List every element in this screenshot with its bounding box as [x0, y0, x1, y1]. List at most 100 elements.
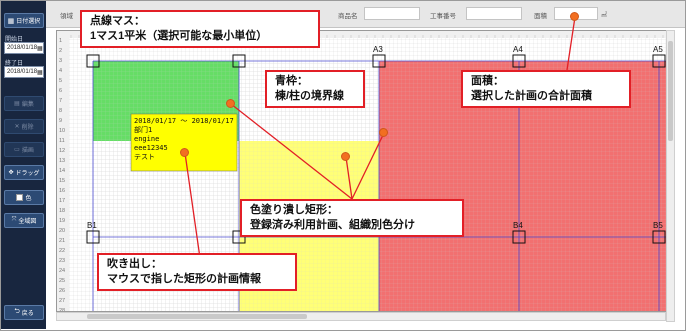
- callout-anchor: [180, 148, 189, 157]
- callout-title: 吹き出し：: [107, 258, 162, 270]
- row-number: 22: [59, 248, 65, 254]
- draw-label: 描画: [21, 148, 34, 154]
- product-label: 商品名: [338, 13, 358, 20]
- date-select-label: 日付選択: [16, 19, 41, 25]
- close-icon: ✕: [14, 124, 20, 130]
- delete-button[interactable]: ✕ 削除: [4, 119, 44, 134]
- back-label: 戻る: [21, 311, 34, 317]
- row-label-b1: B1: [87, 221, 97, 230]
- row-number: 20: [59, 228, 65, 234]
- callout-text: 登録済み利用計画、組織別色分け: [250, 219, 415, 231]
- fullscreen-button[interactable]: ⤧ 全域図: [4, 213, 44, 228]
- callout-title: 青枠：: [275, 75, 308, 87]
- start-date-field[interactable]: 2018/01/18 ▦: [4, 42, 44, 54]
- start-date-value: 2018/01/18: [7, 45, 38, 51]
- tooltip-line: 2018/01/17 ～ 2018/01/17: [134, 117, 234, 125]
- area-unit: ㎡: [601, 13, 608, 19]
- draw-icon: ▭: [14, 147, 20, 153]
- callout-text: 棟/柱の境界線: [275, 90, 345, 102]
- row-number: 25: [59, 278, 65, 284]
- row-number: 2: [59, 48, 62, 54]
- area-label: 領域: [60, 13, 73, 20]
- delete-label: 削除: [21, 125, 34, 131]
- callout-dotted-grid: 点線マス： 1マス1平米（選択可能な最小単位）: [80, 10, 320, 48]
- callout-area: 面積： 選択した計画の合計面積: [461, 70, 631, 108]
- row-number: 13: [59, 158, 65, 164]
- scroll-thumb[interactable]: [668, 41, 673, 141]
- callout-anchor: [341, 152, 350, 161]
- row-number: 1: [59, 38, 62, 44]
- column-label-a3: A3: [373, 45, 383, 54]
- calendar-icon[interactable]: ▦: [37, 69, 43, 76]
- back-button[interactable]: ⮌ 戻る: [4, 305, 44, 320]
- row-number: 11: [59, 138, 65, 144]
- calendar-icon[interactable]: ▦: [37, 45, 43, 52]
- row-number: 24: [59, 268, 65, 274]
- row-number: 4: [59, 68, 62, 74]
- callout-anchor: [226, 99, 235, 108]
- expand-icon: ⤧: [11, 217, 17, 223]
- back-arrow-icon: ⮌: [14, 308, 20, 315]
- tooltip-line: テスト: [134, 153, 155, 161]
- edit-icon: ▤: [14, 101, 20, 107]
- row-number: 6: [59, 88, 62, 94]
- row-number: 23: [59, 258, 65, 264]
- row-number: 12: [59, 148, 65, 154]
- edit-button[interactable]: ▤ 編集: [4, 96, 44, 111]
- row-number: 21: [59, 238, 65, 244]
- color-label: 色: [25, 196, 32, 202]
- end-date-value: 2018/01/18: [7, 69, 38, 75]
- row-label-b4: B4: [513, 221, 523, 230]
- horizontal-scrollbar[interactable]: [56, 312, 666, 321]
- color-button[interactable]: 色: [4, 190, 44, 205]
- row-number: 5: [59, 78, 62, 84]
- row-number: 10: [59, 128, 65, 134]
- row-number: 16: [59, 188, 65, 194]
- callout-title: 面積：: [471, 75, 504, 87]
- callout-text: マウスで指した矩形の計画情報: [107, 273, 261, 285]
- row-number: 14: [59, 168, 65, 174]
- column-label-a5: A5: [653, 45, 663, 54]
- column-label-a4: A4: [513, 45, 523, 54]
- row-number: 9: [59, 118, 62, 124]
- callout-anchor: [379, 128, 388, 137]
- row-number: 27: [59, 298, 65, 304]
- callout-title: 点線マス：: [90, 15, 145, 27]
- color-checkbox[interactable]: [16, 194, 24, 201]
- vertical-scrollbar[interactable]: [666, 30, 675, 322]
- end-date-field[interactable]: 2018/01/18 ▦: [4, 66, 44, 78]
- tooltip-line: eee12345: [134, 144, 168, 152]
- drag-label: ドラッグ: [15, 171, 40, 177]
- row-label-b5: B5: [653, 221, 663, 230]
- row-number: 7: [59, 98, 62, 104]
- date-select-button[interactable]: ▦ 日付選択: [4, 13, 44, 28]
- callout-text: 1マス1平米（選択可能な最小単位）: [90, 30, 268, 42]
- area-size-label: 面積: [534, 13, 547, 20]
- edit-label: 編集: [21, 102, 34, 108]
- row-number: 17: [59, 198, 65, 204]
- callout-blue-frame: 青枠： 棟/柱の境界線: [265, 70, 365, 108]
- plan-tooltip: 2018/01/17 ～ 2018/01/17 部门1 engine eee12…: [130, 113, 238, 172]
- callout-filled-rect: 色塗り潰し矩形： 登録済み利用計画、組織別色分け: [240, 199, 464, 237]
- draw-button[interactable]: ▭ 描画: [4, 142, 44, 157]
- calendar-icon: ▦: [7, 17, 15, 25]
- row-number: 8: [59, 108, 62, 114]
- work-number-label: 工事番号: [430, 13, 456, 20]
- row-number: 19: [59, 218, 65, 224]
- row-number: 26: [59, 288, 65, 294]
- tooltip-line: 部门1: [134, 125, 152, 134]
- callout-balloon: 吹き出し： マウスで指した矩形の計画情報: [97, 253, 297, 291]
- work-number-input[interactable]: [466, 7, 522, 20]
- drag-button[interactable]: ✥ ドラッグ: [4, 165, 44, 180]
- product-input[interactable]: [364, 7, 420, 20]
- row-number: 15: [59, 178, 65, 184]
- scroll-thumb[interactable]: [87, 314, 307, 319]
- sidebar: ▦ 日付選択 開始日 2018/01/18 ▦ 終了日 2018/01/18 ▦…: [1, 1, 46, 329]
- fullscreen-label: 全域図: [18, 219, 37, 225]
- row-number: 18: [59, 208, 65, 214]
- callout-title: 色塗り潰し矩形：: [250, 204, 338, 216]
- callout-anchor: [570, 12, 579, 21]
- callout-text: 選択した計画の合計面積: [471, 90, 592, 102]
- move-icon: ✥: [8, 170, 14, 176]
- row-number: 3: [59, 58, 62, 64]
